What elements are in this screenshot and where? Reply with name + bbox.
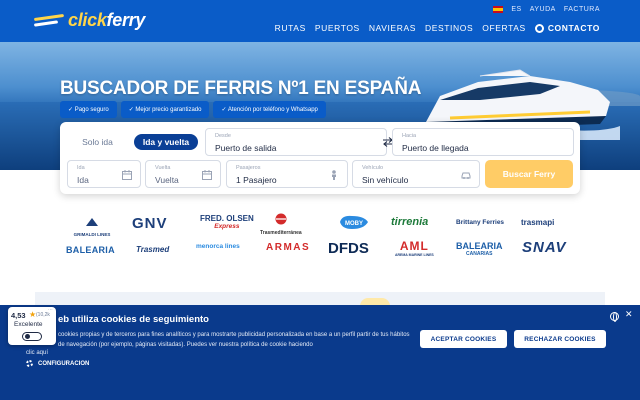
spain-flag-icon[interactable] bbox=[493, 6, 504, 13]
gear-icon bbox=[26, 360, 33, 367]
carrier-logos: GRIMALDI LINES GNV FRED. OLSEN Express T… bbox=[60, 208, 580, 268]
top-links: ES AYUDA FACTURA bbox=[493, 6, 600, 13]
close-icon[interactable]: ✕ bbox=[625, 309, 633, 320]
grimaldi-emblem-icon bbox=[86, 218, 98, 226]
passengers-field[interactable]: Pasajeros 1 Pasajero bbox=[226, 160, 348, 188]
rating-score: 4,53 bbox=[11, 311, 26, 320]
arrival-port-label: Hacia bbox=[402, 133, 417, 139]
badge-best-price: ✓ Mejor precio garantizado bbox=[120, 101, 210, 118]
nav-destinations[interactable]: DESTINOS bbox=[425, 23, 473, 33]
language-link[interactable]: ES bbox=[511, 6, 521, 13]
departure-date-label: Ida bbox=[77, 165, 85, 171]
passengers-value: 1 Pasajero bbox=[236, 175, 277, 185]
fred-olsen-logo[interactable]: FRED. OLSEN Express bbox=[200, 214, 254, 230]
reject-cookies-button[interactable]: RECHAZAR COOKIES bbox=[514, 330, 606, 348]
return-date-value: Vuelta bbox=[155, 175, 179, 185]
car-icon bbox=[461, 172, 471, 179]
brittany-ferries-logo[interactable]: Brittany Ferries bbox=[456, 219, 504, 226]
calendar-icon bbox=[122, 170, 132, 180]
snav-logo[interactable]: SNAV bbox=[522, 239, 567, 256]
departure-port-field[interactable]: Desde Puerto de salida bbox=[205, 128, 387, 156]
drag-handle-icon[interactable]: ⋯ bbox=[48, 307, 53, 313]
departure-date-value: Ida bbox=[77, 175, 89, 185]
trip-round-option[interactable]: Ida y vuelta bbox=[134, 134, 198, 150]
rating-label: Excelente bbox=[14, 321, 43, 328]
vehicle-value: Sin vehículo bbox=[362, 175, 409, 185]
nav-contact[interactable]: CONTACTO bbox=[534, 23, 600, 33]
departure-date-field[interactable]: Ida Ida bbox=[67, 160, 141, 188]
accept-cookies-button[interactable]: ACEPTAR COOKIES bbox=[420, 330, 507, 348]
passengers-label: Pasajeros bbox=[236, 165, 261, 171]
nav-carriers[interactable]: NAVIERAS bbox=[369, 23, 416, 33]
dfds-logo[interactable]: DFDS bbox=[328, 240, 369, 257]
globe-icon[interactable] bbox=[610, 312, 619, 322]
whatsapp-icon bbox=[534, 23, 544, 33]
cookie-settings-label: CONFIGURACION bbox=[38, 360, 90, 367]
departure-port-label: Desde bbox=[215, 133, 231, 139]
site-header: clickferry ES AYUDA FACTURA RUTAS PUERTO… bbox=[0, 0, 640, 42]
logo-waves-icon bbox=[33, 13, 65, 29]
trasmed-logo[interactable]: Trasmed bbox=[136, 245, 169, 254]
nav-routes[interactable]: RUTAS bbox=[275, 23, 306, 33]
vehicle-field[interactable]: Vehículo Sin vehículo bbox=[352, 160, 480, 188]
hero-title: BUSCADOR DE FERRIS Nº1 EN ESPAÑA bbox=[60, 78, 422, 99]
departure-port-value: Puerto de salida bbox=[215, 143, 277, 153]
arrival-port-field[interactable]: Hacia Puerto de llegada bbox=[392, 128, 574, 156]
cookie-banner: eb utiliza cookies de seguimiento cookie… bbox=[0, 305, 640, 400]
menorca-lines-logo[interactable]: menorca lines bbox=[196, 243, 240, 250]
moby-logo[interactable]: MOBY bbox=[338, 212, 370, 237]
trip-one-way-option[interactable]: Solo ida bbox=[70, 134, 125, 150]
gnv-logo[interactable]: GNV bbox=[132, 215, 168, 232]
trasmediterranea-logo[interactable]: Trasmediterránea bbox=[260, 212, 302, 236]
search-ferry-button[interactable]: Buscar Ferry bbox=[485, 160, 573, 188]
logo-text-ferry: ferry bbox=[106, 10, 146, 30]
trasmediterranea-emblem-icon bbox=[275, 213, 287, 225]
cookie-title: eb utiliza cookies de seguimiento bbox=[58, 314, 209, 325]
nav-offers[interactable]: OFERTAS bbox=[482, 23, 526, 33]
calendar-icon bbox=[202, 170, 212, 180]
aml-logo[interactable]: AML AREMA MARINE LINES bbox=[395, 239, 434, 257]
rating-widget[interactable]: 4,53 ★ (10,2k Excelente ⋯ bbox=[8, 307, 56, 345]
balearia-canarias-logo[interactable]: BALEARIA CANARIAS bbox=[456, 241, 503, 257]
help-link[interactable]: AYUDA bbox=[530, 6, 556, 13]
armas-logo[interactable]: ARMAS bbox=[266, 242, 310, 253]
person-icon bbox=[332, 170, 336, 180]
cookie-settings-button[interactable]: CONFIGURACION bbox=[26, 360, 89, 367]
cookie-policy-link[interactable]: clic aquí bbox=[26, 350, 48, 356]
logo-text-click: click bbox=[68, 10, 107, 30]
tirrenia-logo[interactable]: tirrenia bbox=[391, 216, 428, 228]
return-date-field[interactable]: Vuelta Vuelta bbox=[145, 160, 221, 188]
benefit-badges: ✓ Pago seguro ✓ Mejor precio garantizado… bbox=[60, 101, 326, 118]
invoice-link[interactable]: FACTURA bbox=[564, 6, 600, 13]
nav-contact-label: CONTACTO bbox=[547, 23, 600, 33]
clickferry-logo[interactable]: clickferry bbox=[33, 10, 146, 31]
main-nav: RUTAS PUERTOS NAVIERAS DESTINOS OFERTAS … bbox=[275, 23, 600, 33]
trasmapi-logo[interactable]: trasmapi bbox=[521, 218, 554, 227]
ferry-search-form: Solo ida Ida y vuelta Desde Puerto de sa… bbox=[60, 122, 580, 194]
rating-toggle[interactable] bbox=[22, 332, 42, 341]
vehicle-label: Vehículo bbox=[362, 165, 384, 171]
grimaldi-logo[interactable]: GRIMALDI LINES bbox=[66, 214, 118, 237]
nav-ports[interactable]: PUERTOS bbox=[315, 23, 360, 33]
badge-secure-payment: ✓ Pago seguro bbox=[60, 101, 117, 118]
balearia-logo[interactable]: BALEARIA bbox=[66, 245, 115, 255]
arrival-port-value: Puerto de llegada bbox=[402, 143, 469, 153]
badge-support: ✓ Atención por teléfono y Whatsapp bbox=[213, 101, 326, 118]
return-date-label: Vuelta bbox=[155, 165, 171, 171]
cookie-description: cookies propias y de terceros para fines… bbox=[58, 332, 410, 348]
